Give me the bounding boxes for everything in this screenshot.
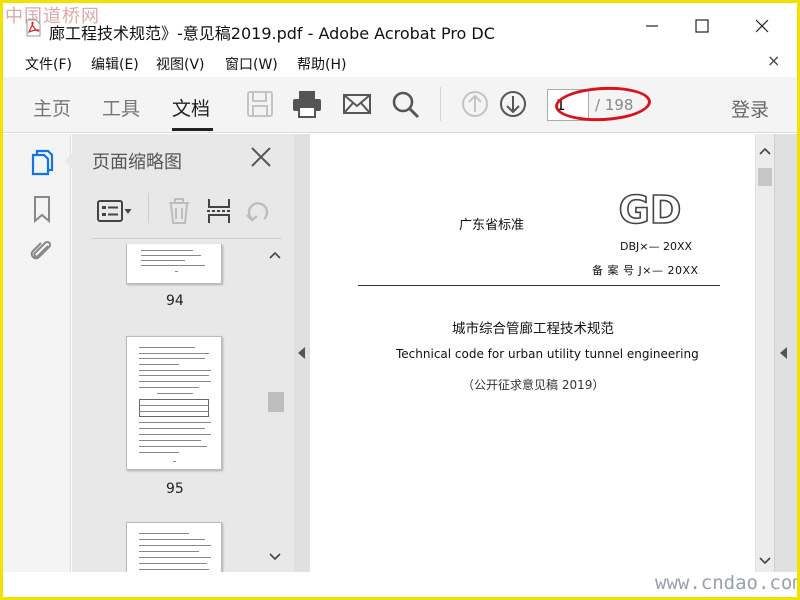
page-thumbnails-icon[interactable] [27, 148, 57, 178]
search-icon[interactable] [388, 87, 422, 121]
options-menu-icon[interactable] [96, 197, 134, 225]
draft-note: （公开征求意见稿 2019） [462, 378, 605, 392]
close-window-button[interactable] [739, 11, 785, 41]
title-bar: 中国道桥网 廊工程技术规范》-意见稿2019.pdf - Adobe Acrob… [3, 3, 797, 47]
thumbnail-page-95[interactable] [126, 336, 222, 470]
menu-edit[interactable]: 编辑(E) [91, 54, 139, 74]
thumbnail-label: 94 [166, 293, 184, 309]
pdf-page: 广东省标准 GD DBJ×— 20XX 备 案 号 J×— 20XX 城市综合管… [310, 134, 755, 572]
menu-bar: 文件(F) 编辑(E) 视图(V) 窗口(W) 帮助(H) × [3, 49, 797, 75]
tab-tools[interactable]: 工具 [102, 94, 140, 121]
standard-code: DBJ×— 20XX [620, 240, 693, 253]
thumbnail-page-96[interactable] [126, 522, 222, 574]
print-icon[interactable] [290, 87, 324, 121]
right-pane-divider [774, 134, 775, 572]
gd-logo-text: GD [619, 192, 682, 228]
menu-file[interactable]: 文件(F) [25, 54, 72, 74]
save-icon[interactable] [243, 87, 277, 121]
watermark-bottom: www.cndao.com [655, 572, 800, 594]
minimize-button[interactable] [629, 11, 675, 41]
active-tab-indicator [172, 128, 213, 131]
scroll-down-icon[interactable] [269, 552, 281, 562]
collapse-left-icon[interactable] [298, 347, 305, 359]
bookmark-icon[interactable] [27, 194, 57, 224]
panel-separator [148, 193, 149, 223]
attachment-icon[interactable] [27, 236, 57, 266]
close-icon [755, 19, 769, 33]
acrobat-icon [26, 19, 41, 37]
email-icon[interactable] [340, 87, 374, 121]
minimize-icon [646, 25, 658, 27]
scrollbar-thumb[interactable] [268, 392, 284, 412]
navigation-rail [3, 134, 73, 572]
gd-logo: GD [618, 192, 682, 228]
scroll-down-icon[interactable] [759, 556, 771, 566]
menu-view[interactable]: 视图(V) [156, 54, 205, 74]
login-link[interactable]: 登录 [731, 95, 769, 122]
tab-home[interactable]: 主页 [33, 94, 71, 121]
document-title-cn: 城市综合管廊工程技术规范 [452, 321, 614, 337]
document-scrollbar[interactable] [756, 134, 774, 572]
app-window: 中国道桥网 廊工程技术规范》-意见稿2019.pdf - Adobe Acrob… [0, 0, 800, 600]
standard-label: 广东省标准 [459, 218, 525, 233]
document-view: 广东省标准 GD DBJ×— 20XX 备 案 号 J×— 20XX 城市综合管… [310, 134, 797, 572]
window-title: 廊工程技术规范》-意见稿2019.pdf - Adobe Acrobat Pro… [49, 24, 495, 43]
panel-title: 页面缩略图 [92, 152, 182, 173]
thumbnail-label: 95 [166, 481, 184, 497]
maximize-button[interactable] [679, 11, 725, 41]
thumbnail-page-94[interactable] [126, 244, 222, 284]
menu-help[interactable]: 帮助(H) [297, 54, 346, 74]
extract-icon[interactable] [205, 197, 233, 225]
horizontal-rule [358, 285, 720, 286]
page-thumbnails-panel: 页面缩略图 94 95 [72, 134, 294, 574]
close-panel-icon[interactable] [250, 146, 272, 168]
document-title-en: Technical code for urban utility tunnel … [396, 347, 699, 361]
tab-document[interactable]: 文档 [172, 94, 210, 121]
rotate-icon[interactable] [244, 197, 272, 225]
expand-right-pane-icon[interactable] [780, 347, 787, 359]
panel-splitter[interactable] [294, 134, 310, 572]
page-down-icon[interactable] [496, 87, 530, 121]
scroll-up-icon[interactable] [759, 146, 771, 156]
close-document-button[interactable]: × [767, 51, 780, 70]
maximize-icon [695, 19, 709, 33]
panel-toolbar [92, 189, 282, 239]
page-up-icon[interactable] [458, 87, 492, 121]
scroll-up-icon[interactable] [269, 250, 281, 260]
toolbar-separator [440, 87, 441, 121]
scrollbar-thumb[interactable] [758, 168, 772, 186]
thumbnail-scrollbar[interactable] [266, 244, 284, 574]
delete-icon[interactable] [165, 197, 193, 225]
menu-window[interactable]: 窗口(W) [225, 54, 278, 74]
record-number: 备 案 号 J×— 20XX [592, 264, 699, 277]
main-toolbar: 主页 工具 文档 1 / 198 登录 [3, 77, 797, 133]
